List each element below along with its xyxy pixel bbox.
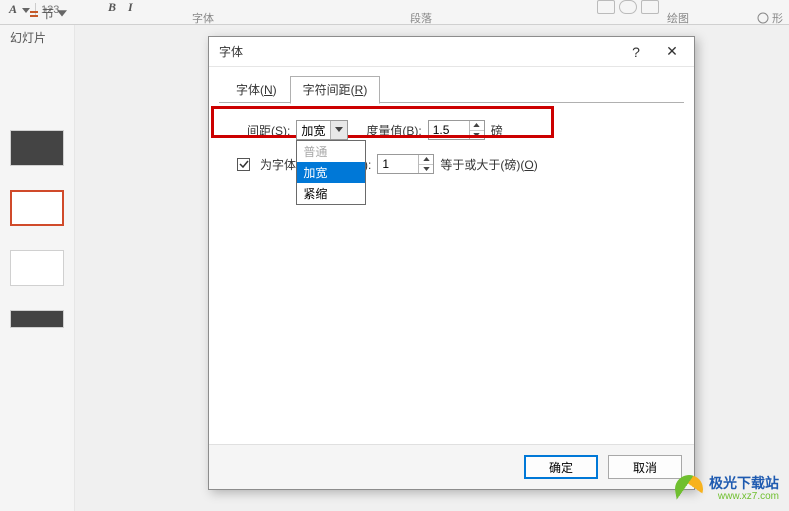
kern-spinner[interactable]	[377, 154, 434, 174]
spin-down-button[interactable]	[470, 131, 484, 140]
slide-thumbnail-selected[interactable]	[10, 190, 64, 226]
ribbon-group-draw: 绘图	[667, 10, 689, 26]
kerning-checkbox[interactable]	[237, 158, 250, 171]
spin-up-button[interactable]	[419, 155, 433, 165]
circle-icon	[757, 12, 769, 24]
kerning-label-part1: 为字体	[260, 156, 296, 173]
spacing-select-value: 加宽	[301, 122, 325, 139]
measure-input[interactable]	[429, 121, 469, 139]
watermark: 极光下载站 www.xz7.com	[675, 475, 779, 503]
kern-input[interactable]	[378, 155, 418, 173]
shape-rect2-icon	[641, 0, 659, 14]
dialog-titlebar: 字体 ? ✕	[209, 37, 694, 67]
shape-round-icon	[619, 0, 637, 14]
help-button[interactable]: ?	[618, 39, 654, 65]
bold-icon: B	[105, 0, 119, 15]
check-icon	[239, 160, 249, 168]
measure-label: 度量值(B):	[366, 122, 421, 139]
slide-sidebar: 幻灯片 节	[0, 25, 75, 511]
close-button[interactable]: ✕	[654, 39, 690, 65]
tab-char-spacing[interactable]: 字符间距(R)	[290, 76, 381, 104]
slide-thumbnail[interactable]	[10, 130, 64, 166]
chevron-down-icon	[330, 121, 347, 139]
watermark-logo-icon	[673, 473, 705, 505]
ribbon-background: A 123 B I 字体 段落 绘图 形	[0, 0, 789, 25]
ribbon-fragment-bold: B I	[105, 0, 136, 15]
dialog-title: 字体	[219, 43, 243, 60]
measure-spinner[interactable]	[428, 120, 485, 140]
spacing-dropdown: 普通 加宽 紧缩	[296, 140, 366, 205]
tab-font[interactable]: 字体(N)	[223, 76, 290, 103]
dropdown-option-condensed[interactable]: 紧缩	[297, 183, 365, 204]
spin-down-button[interactable]	[419, 165, 433, 174]
cancel-button[interactable]: 取消	[608, 455, 682, 479]
dropdown-option-expanded[interactable]: 加宽	[297, 162, 365, 183]
font-dialog: 字体 ? ✕ 字体(N) 字符间距(R) 间距(S): 加宽	[208, 36, 695, 490]
sidebar-slide-label: 幻灯片	[0, 25, 74, 50]
watermark-title: 极光下载站	[709, 476, 779, 491]
ribbon-group-font: 字体	[192, 10, 214, 26]
spacing-label: 间距(S):	[247, 122, 290, 139]
spacing-select[interactable]: 加宽 普通 加宽 紧缩	[296, 120, 348, 140]
shape-rect-icon	[597, 0, 615, 14]
italic-icon: I	[125, 0, 136, 15]
ribbon-group-paragraph: 段落	[410, 10, 432, 26]
section-button[interactable]: 节	[25, 3, 71, 24]
ok-button[interactable]: 确定	[524, 455, 598, 479]
ribbon-shape-tool[interactable]: 形	[757, 10, 783, 26]
slide-thumbnail[interactable]	[10, 310, 64, 328]
chevron-down-icon	[57, 9, 67, 19]
watermark-url: www.xz7.com	[709, 491, 779, 502]
slide-thumbnail[interactable]	[10, 250, 64, 286]
dropdown-option-normal[interactable]: 普通	[297, 141, 365, 162]
section-icon	[29, 9, 39, 19]
slide-thumbnails	[0, 130, 74, 328]
spin-up-button[interactable]	[470, 121, 484, 131]
kern-suffix-label: 等于或大于(磅)(O)	[440, 156, 537, 173]
unit-label: 磅	[491, 122, 503, 139]
format-icon: A	[6, 2, 20, 17]
ribbon-fragment-shapes	[597, 0, 659, 14]
